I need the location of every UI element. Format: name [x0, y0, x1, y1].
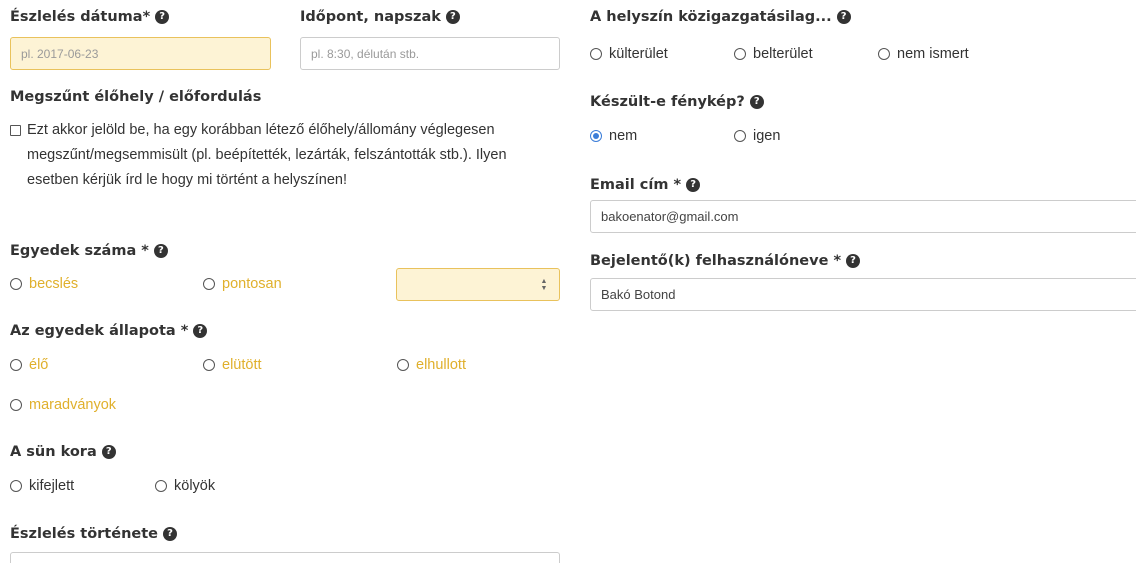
age-radio-young[interactable]: kölyök: [155, 478, 215, 494]
radio-icon: [155, 480, 167, 492]
extinct-description: Ezt akkor jelöld be, ha egy korábban lét…: [27, 122, 507, 188]
radio-icon: [590, 48, 602, 60]
count-radio-estimate[interactable]: becslés: [10, 276, 78, 292]
photo-label: Készült-e fénykép??: [590, 94, 764, 110]
time-placeholder: pl. 8:30, délután stb.: [311, 46, 420, 61]
radio-icon: [10, 480, 22, 492]
spinner-icon[interactable]: ▲ ▼: [539, 278, 549, 292]
help-icon[interactable]: ?: [163, 527, 177, 541]
radio-icon: [397, 359, 409, 371]
radio-icon: [10, 359, 22, 371]
state-radio-alive[interactable]: élő: [10, 357, 48, 373]
history-label: Észlelés története?: [10, 526, 177, 542]
help-icon[interactable]: ?: [686, 178, 701, 192]
count-radio-exact[interactable]: pontosan: [203, 276, 282, 292]
date-input[interactable]: pl. 2017-06-23: [10, 37, 271, 70]
time-input[interactable]: pl. 8:30, délután stb.: [300, 37, 560, 70]
count-label: Egyedek száma *?: [10, 243, 168, 259]
date-placeholder: pl. 2017-06-23: [21, 46, 99, 61]
radio-icon: [203, 278, 215, 290]
radio-icon: [734, 130, 746, 142]
help-icon[interactable]: ?: [153, 244, 168, 258]
help-icon[interactable]: ?: [846, 254, 861, 268]
help-icon[interactable]: ?: [836, 10, 851, 24]
radio-icon: [203, 359, 215, 371]
age-radio-adult[interactable]: kifejlett: [10, 478, 74, 494]
radio-icon: [878, 48, 890, 60]
location-radio-outskirts[interactable]: külterület: [590, 46, 668, 62]
reporter-input[interactable]: Bakó Botond: [590, 278, 1136, 311]
radio-icon: [10, 399, 22, 411]
email-value: bakoenator@gmail.com: [601, 209, 739, 224]
radio-icon: [734, 48, 746, 60]
extinct-checkbox-row[interactable]: Ezt akkor jelöld be, ha egy korábban lét…: [10, 118, 540, 193]
extinct-label: Megszűnt élőhely / előfordulás: [10, 89, 262, 105]
history-textarea[interactable]: [10, 552, 560, 563]
location-label: A helyszín közigazgatásilag...?: [590, 9, 851, 25]
email-label: Email cím *?: [590, 177, 701, 193]
state-radio-hit[interactable]: elütött: [203, 357, 262, 373]
state-radio-dead[interactable]: elhullott: [397, 357, 466, 373]
radio-icon: [10, 278, 22, 290]
location-radio-inner[interactable]: belterület: [734, 46, 813, 62]
checkbox-icon[interactable]: [10, 125, 21, 136]
email-input[interactable]: bakoenator@gmail.com: [590, 200, 1136, 233]
help-icon[interactable]: ?: [749, 95, 764, 109]
help-icon[interactable]: ?: [193, 324, 208, 338]
photo-radio-no[interactable]: nem: [590, 128, 637, 144]
photo-radio-yes[interactable]: igen: [734, 128, 780, 144]
radio-selected-icon: [590, 130, 602, 142]
count-number-input[interactable]: ▲ ▼: [396, 268, 560, 301]
reporter-value: Bakó Botond: [601, 287, 676, 302]
help-icon[interactable]: ?: [101, 445, 116, 459]
reporter-label: Bejelentő(k) felhasználóneve *?: [590, 253, 861, 269]
help-icon[interactable]: ?: [445, 10, 460, 24]
state-radio-remains[interactable]: maradványok: [10, 397, 116, 413]
state-label: Az egyedek állapota *?: [10, 323, 208, 339]
help-icon[interactable]: ?: [155, 10, 170, 24]
location-radio-unknown[interactable]: nem ismert: [878, 46, 969, 62]
age-label: A sün kora?: [10, 444, 116, 460]
date-label: Észlelés dátuma*?: [10, 9, 170, 25]
time-label: Időpont, napszak?: [300, 9, 460, 25]
